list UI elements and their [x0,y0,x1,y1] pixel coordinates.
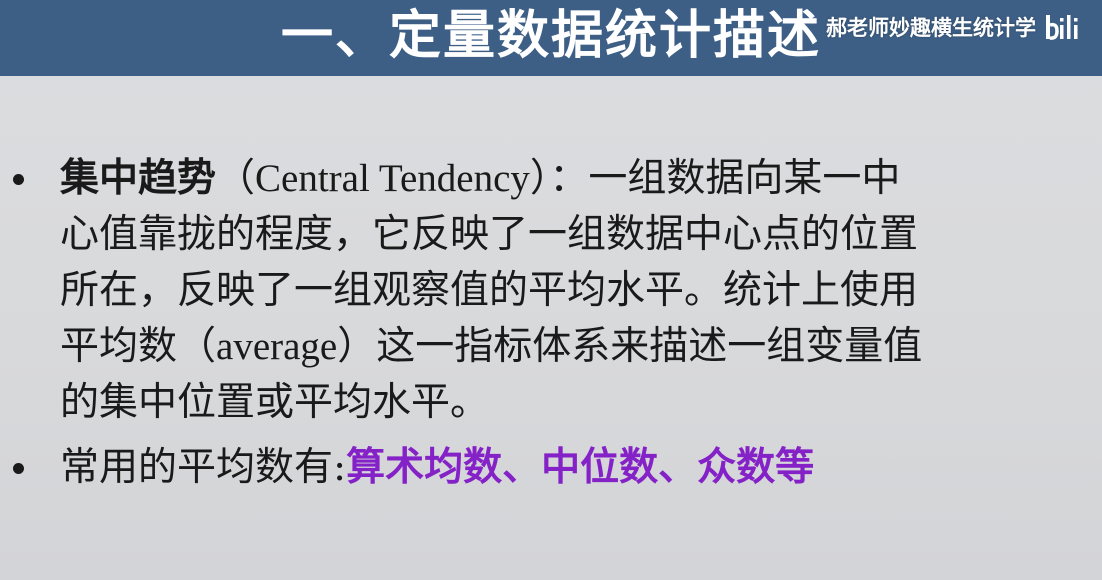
term-english: （Central Tendency） [216,157,550,200]
bullet-common-averages: 常用的平均数有:算术均数、中位数、众数等 [0,439,1102,496]
paragraph-line-4: 平均数（average）这一指标体系来描述一组变量值 [60,319,1090,375]
bullet-dot [13,174,24,185]
paragraph-line-2: 心值靠拢的程度，它反映了一组数据中心点的位置 [60,212,919,257]
slide-content: 集中趋势（Central Tendency）：一组数据向某一中 心值靠拢的程度，… [0,150,1102,496]
slide: 一、定量数据统计描述 郝老师妙趣横生统计学 集中趋势（Central Tende… [0,0,1102,580]
watermark-text: 郝老师妙趣横生统计学 [826,16,1036,40]
bullet-2-prefix: 常用的平均数有: [60,445,347,490]
line1-tail: ：一组数据向某一中 [549,156,901,201]
term-average: （average） [177,325,377,368]
bullet-central-tendency: 集中趋势（Central Tendency）：一组数据向某一中 心值靠拢的程度，… [0,150,1102,431]
bullet-2-line: 常用的平均数有:算术均数、中位数、众数等 [60,439,1090,496]
line4-tail: 这一指标体系来描述一组变量值 [376,324,923,369]
bilibili-logo-icon [1044,13,1080,41]
line4-head: 平均数 [60,324,178,369]
paragraph-line-1: 集中趋势（Central Tendency）：一组数据向某一中 [60,150,1090,207]
paragraph-line-5: 的集中位置或平均水平。 [60,380,490,425]
bilibili-logo-graphic [1046,15,1078,40]
bullet-dot [13,463,24,474]
watermark: 郝老师妙趣横生统计学 [826,10,1080,44]
title-bar: 一、定量数据统计描述 郝老师妙趣横生统计学 [0,0,1102,76]
term-central-tendency: 集中趋势 [60,155,217,201]
highlighted-averages: 算术均数、中位数、众数等 [346,444,815,490]
paragraph-line-3: 所在，反映了一组观察值的平均水平。统计上使用 [60,268,919,313]
